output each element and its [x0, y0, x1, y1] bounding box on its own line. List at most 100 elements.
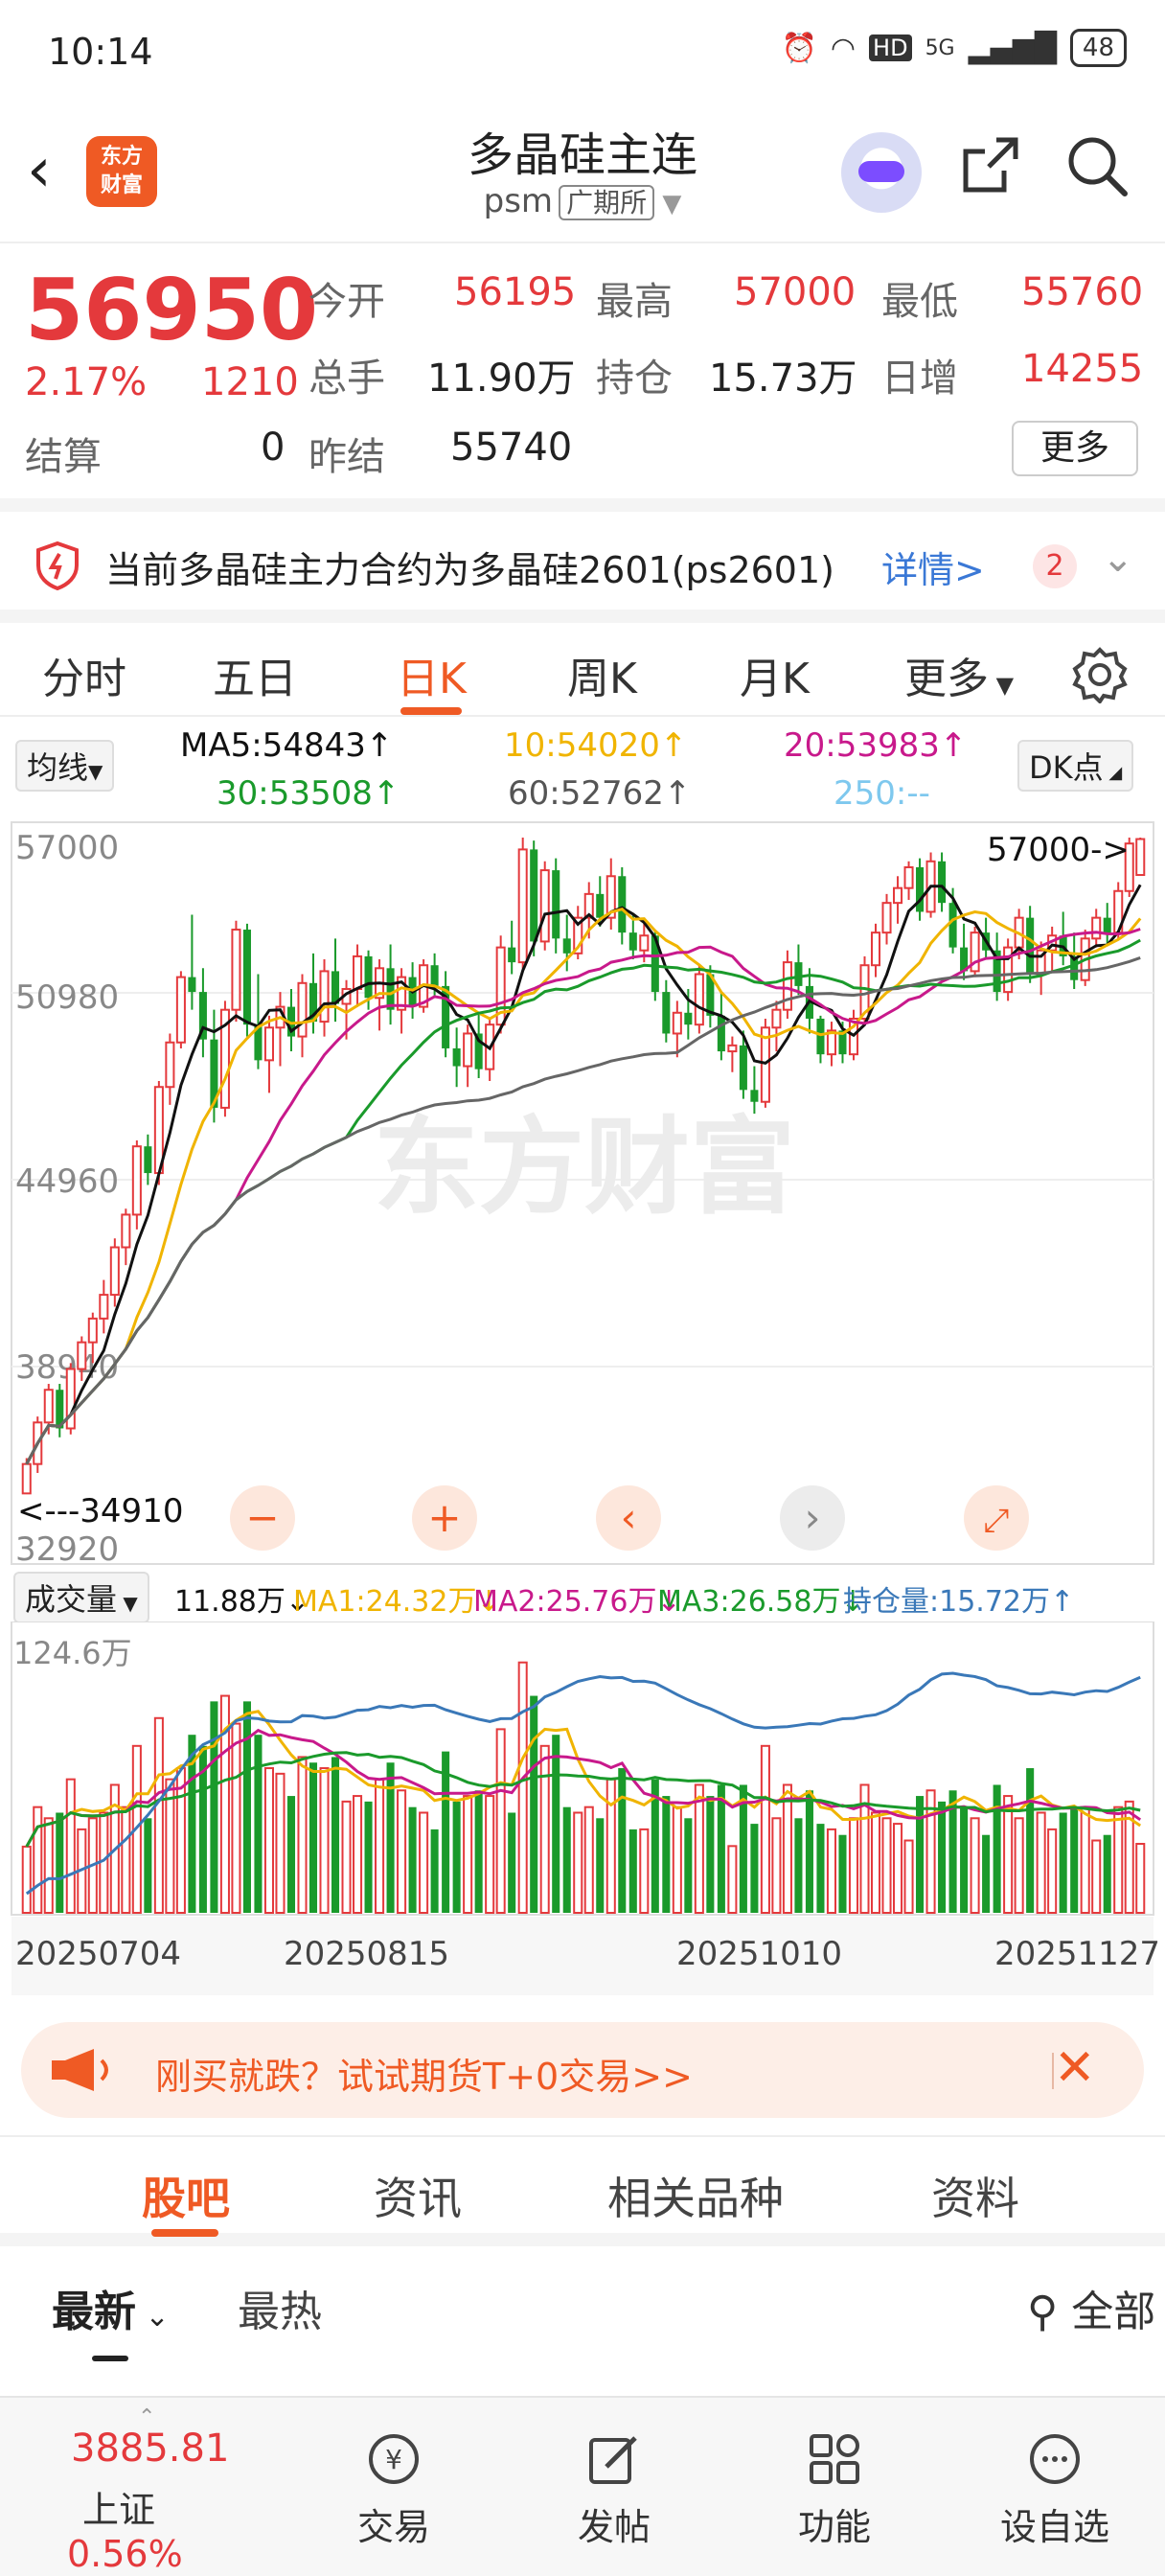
- volume-bar: [21, 1845, 32, 1915]
- grid-icon: [810, 2434, 859, 2484]
- sort-hot[interactable]: 最热: [238, 2277, 322, 2338]
- settle-value: 0: [261, 426, 286, 470]
- volume-label: 总手: [308, 356, 385, 401]
- nav-add-watchlist[interactable]: 设自选: [983, 2411, 1127, 2550]
- volume-bar: [121, 1806, 131, 1914]
- indicator-selector[interactable]: 成交量 ▼: [13, 1572, 149, 1623]
- ma30-label: 30:53508↑: [217, 774, 400, 813]
- ma-selector[interactable]: 均线▼: [15, 740, 115, 792]
- chevron-up-icon: ⌃: [138, 2405, 156, 2429]
- sort-bar: 最新 ⌄ 最热 ⚲ 全部: [0, 2248, 1165, 2363]
- zoom-out-button[interactable]: −: [230, 1485, 295, 1551]
- tab-weekly-k[interactable]: 周K: [567, 644, 637, 705]
- volume-bar: [662, 1796, 671, 1913]
- caret-down-icon: ▼: [654, 190, 682, 218]
- promo-banner[interactable]: 刚买就跌？试试期货T+0交易>> ✕: [21, 2022, 1144, 2118]
- candle: [539, 861, 550, 951]
- volume-bar: [463, 1795, 473, 1914]
- expand-icon: ⤢: [983, 1502, 1009, 1540]
- ma20-label: 20:53983↑: [784, 726, 968, 765]
- more-quote-button[interactable]: 更多: [1012, 421, 1138, 476]
- tab-forum[interactable]: 股吧: [142, 2164, 230, 2227]
- dk-point-button[interactable]: DK点 ◢: [1017, 740, 1134, 792]
- volume-bar: [881, 1817, 892, 1914]
- assistant-robot-icon[interactable]: [841, 132, 922, 213]
- caret-down-icon: ▼: [117, 1592, 138, 1615]
- oi-label: 持仓: [596, 356, 673, 401]
- sort-latest[interactable]: 最新 ⌄: [52, 2277, 170, 2338]
- ma-selector-label: 均线: [27, 749, 89, 786]
- share-icon[interactable]: [958, 134, 1021, 213]
- ma250-label: 250:--: [834, 774, 930, 813]
- chevron-right-icon: ›: [805, 1494, 821, 1541]
- gear-icon[interactable]: [1071, 646, 1129, 703]
- kline-chart[interactable]: 东方财富 57000 50980 44960 38940 32920 57000…: [0, 820, 1165, 1568]
- tab-monthly-k[interactable]: 月K: [740, 644, 810, 705]
- nav-post[interactable]: 发帖: [542, 2411, 686, 2550]
- battery-icon: 48: [1069, 29, 1127, 67]
- tab-more[interactable]: 更多 ▼: [904, 644, 1014, 705]
- nav-post-label: 发帖: [577, 2506, 651, 2548]
- volume-bar: [474, 1790, 483, 1913]
- nav-add-watchlist-label: 设自选: [999, 2506, 1109, 2548]
- volume-bar: [1080, 1806, 1090, 1914]
- volume-bar: [583, 1806, 594, 1914]
- volume-bar: [319, 1767, 330, 1914]
- vol-ma3-label: MA3:26.58万↓: [657, 1585, 865, 1619]
- volume-bar: [530, 1695, 538, 1913]
- scroll-right-button[interactable]: ›: [780, 1485, 845, 1551]
- volume-bar: [452, 1801, 461, 1913]
- megaphone-icon: [52, 2049, 108, 2091]
- volume-bar: [826, 1828, 836, 1914]
- open-label: 今开: [308, 280, 385, 324]
- tab-info[interactable]: 资料: [931, 2164, 1019, 2227]
- signal-icon: ▂▄▆█: [968, 31, 1057, 65]
- ma-legend: 均线▼ MA5:54843↑ 10:54020↑ 20:53983↑ 30:53…: [0, 719, 1165, 820]
- tab-news[interactable]: 资讯: [374, 2164, 462, 2227]
- filter-all[interactable]: ⚲ 全部: [1027, 2277, 1155, 2338]
- daily-inc-value: 14255: [1021, 347, 1144, 391]
- zoom-in-button[interactable]: +: [412, 1485, 477, 1551]
- svg-text:¥: ¥: [385, 2444, 402, 2475]
- tab-related[interactable]: 相关品种: [607, 2164, 784, 2227]
- corner-triangle-icon: ◢: [1103, 763, 1123, 783]
- edit-icon: [589, 2436, 637, 2484]
- main-contract-notice[interactable]: 当前多晶硅主力合约为多晶硅2601(ps2601) 详情> 2 ⌄: [0, 498, 1165, 609]
- status-icons: ⏰ ◠ HD 5G ▂▄▆█ 48: [781, 29, 1127, 67]
- change-pct: 2.17%: [25, 360, 148, 404]
- volume-bar: [56, 1812, 64, 1913]
- volume-bar: [970, 1817, 980, 1914]
- nav-trade[interactable]: ¥ 交易: [322, 2411, 466, 2550]
- chevron-down-icon[interactable]: ⌄: [1102, 537, 1134, 581]
- active-tab-indicator: [400, 707, 462, 715]
- volume-bar: [144, 1818, 152, 1913]
- volume-bar: [341, 1800, 352, 1914]
- x-tick-label: 20251010: [676, 1935, 842, 1973]
- volume-bar: [960, 1806, 969, 1913]
- volume-bar: [1070, 1806, 1079, 1913]
- notice-count-badge: 2: [1033, 544, 1077, 588]
- chevron-left-icon: ‹: [621, 1494, 637, 1541]
- volume-legend: 成交量 ▼ 11.88万↓ MA1:24.32万↓ MA2:25.76万↓ MA…: [0, 1568, 1165, 1623]
- volume-bar: [760, 1744, 770, 1914]
- volume-bar: [596, 1818, 605, 1913]
- tab-intraday[interactable]: 分时: [42, 644, 126, 705]
- fullscreen-button[interactable]: ⤢: [964, 1485, 1029, 1551]
- tab-daily-k[interactable]: 日K: [397, 644, 467, 705]
- index-ticker[interactable]: ⌃ 3885.81 上证 0.56%: [38, 2405, 297, 2575]
- nav-functions[interactable]: 功能: [763, 2411, 906, 2550]
- volume-bar: [65, 1778, 76, 1914]
- y-tick-label: 57000: [15, 829, 119, 867]
- tab-five-day[interactable]: 五日: [213, 644, 297, 705]
- volume-bar: [1047, 1828, 1058, 1914]
- volume-bar: [242, 1701, 251, 1913]
- volume-chart[interactable]: 124.6万 20250704 20250815 20251010 202511…: [0, 1622, 1165, 2005]
- search-icon[interactable]: [1063, 132, 1131, 199]
- scroll-left-button[interactable]: ‹: [596, 1485, 661, 1551]
- volume-bar: [1059, 1812, 1067, 1913]
- volume-latest: 11.88万↓: [174, 1585, 310, 1619]
- oi-value: 15.73万: [709, 356, 857, 401]
- notice-detail-link[interactable]: 详情>: [881, 540, 985, 593]
- volume-bar: [1014, 1817, 1024, 1914]
- close-icon[interactable]: ✕: [1054, 2039, 1096, 2097]
